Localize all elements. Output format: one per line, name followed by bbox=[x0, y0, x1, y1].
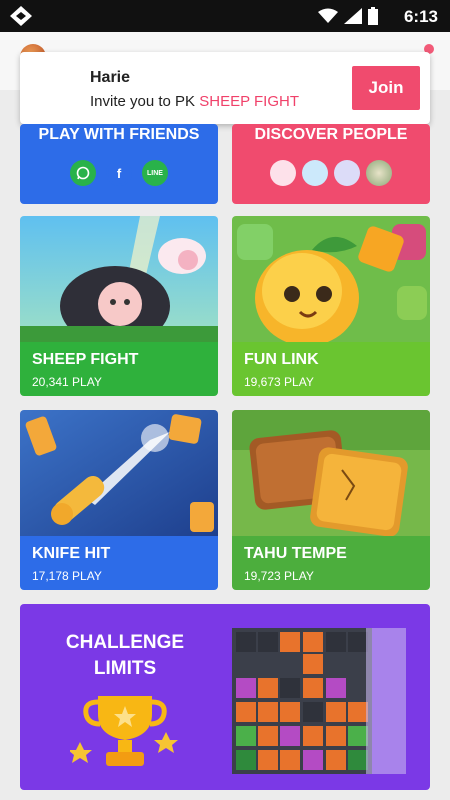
challenge-title-line1: CHALLENGE bbox=[65, 632, 185, 653]
inviter-name: Harie bbox=[90, 69, 131, 86]
tahu-tempe-info: TAHU TEMPE 19,723 PLAY bbox=[232, 536, 430, 590]
fun-link-info: FUN LINK 19,673 PLAY bbox=[232, 342, 430, 396]
status-time: 6:13 bbox=[403, 7, 438, 26]
game-title: FUN LINK bbox=[244, 351, 319, 368]
status-icons bbox=[318, 7, 378, 25]
person-avatar[interactable] bbox=[270, 160, 296, 186]
invite-game-name: SHEEP FIGHT bbox=[199, 93, 299, 110]
join-button[interactable]: Join bbox=[352, 66, 420, 110]
fun-link-artwork bbox=[232, 216, 430, 342]
challenge-title: CHALLENGE LIMITS bbox=[50, 630, 200, 682]
line-icon[interactable]: LINE bbox=[142, 160, 168, 186]
knife-hit-info: KNIFE HIT 17,178 PLAY bbox=[20, 536, 218, 590]
invite-message-prefix: Invite you to PK bbox=[90, 93, 200, 110]
challenge-title-line2: LIMITS bbox=[93, 658, 157, 679]
knife-hit-artwork bbox=[20, 410, 218, 536]
invite-message: Invite you to PK SHEEP FIGHT bbox=[90, 93, 299, 110]
sheep-fight-artwork bbox=[20, 216, 218, 342]
block-puzzle-artwork bbox=[236, 632, 368, 770]
person-avatar[interactable] bbox=[334, 160, 360, 186]
status-bar: 6:13 bbox=[0, 0, 450, 32]
play-with-friends-title: PLAY WITH FRIENDS bbox=[38, 126, 200, 143]
trophy-icon bbox=[70, 696, 178, 766]
person-avatar[interactable] bbox=[366, 160, 392, 186]
person-avatar[interactable] bbox=[302, 160, 328, 186]
tahu-tempe-artwork bbox=[232, 410, 430, 536]
discover-people-card[interactable]: DISCOVER PEOPLE bbox=[232, 124, 430, 204]
puzzle-preview bbox=[232, 628, 372, 774]
play-with-friends-card[interactable]: PLAY WITH FRIENDS f LINE bbox=[20, 124, 218, 204]
game-card-fun-link[interactable]: FUN LINK 19,673 PLAY bbox=[232, 216, 430, 396]
game-title: SHEEP FIGHT bbox=[32, 351, 139, 368]
game-play-count: 19,723 PLAY bbox=[244, 569, 314, 583]
sheep-fight-info: SHEEP FIGHT 20,341 PLAY bbox=[20, 342, 218, 396]
game-card-tahu-tempe[interactable]: TAHU TEMPE 19,723 PLAY bbox=[232, 410, 430, 590]
game-play-count: 17,178 PLAY bbox=[32, 569, 102, 583]
people-avatars bbox=[232, 160, 430, 186]
game-play-count: 20,341 PLAY bbox=[32, 375, 102, 389]
game-title: KNIFE HIT bbox=[32, 545, 111, 562]
next-preview-card bbox=[366, 628, 406, 774]
game-card-sheep-fight[interactable]: SHEEP FIGHT 20,341 PLAY bbox=[20, 216, 218, 396]
discover-people-title: DISCOVER PEOPLE bbox=[254, 126, 408, 143]
whatsapp-icon[interactable] bbox=[70, 160, 96, 186]
battery-icon bbox=[368, 7, 378, 25]
signal-icon bbox=[344, 8, 362, 24]
app-logo-icon bbox=[10, 6, 32, 26]
game-card-knife-hit[interactable]: KNIFE HIT 17,178 PLAY bbox=[20, 410, 218, 590]
game-title: TAHU TEMPE bbox=[244, 545, 347, 562]
share-icons: f LINE bbox=[20, 160, 218, 186]
challenge-limits-card[interactable]: CHALLENGE LIMITS bbox=[20, 604, 430, 790]
game-play-count: 19,673 PLAY bbox=[244, 375, 314, 389]
facebook-icon[interactable]: f bbox=[106, 160, 132, 186]
wifi-icon bbox=[318, 8, 338, 23]
invite-notification[interactable]: Harie Invite you to PK SHEEP FIGHT Join bbox=[20, 52, 430, 124]
